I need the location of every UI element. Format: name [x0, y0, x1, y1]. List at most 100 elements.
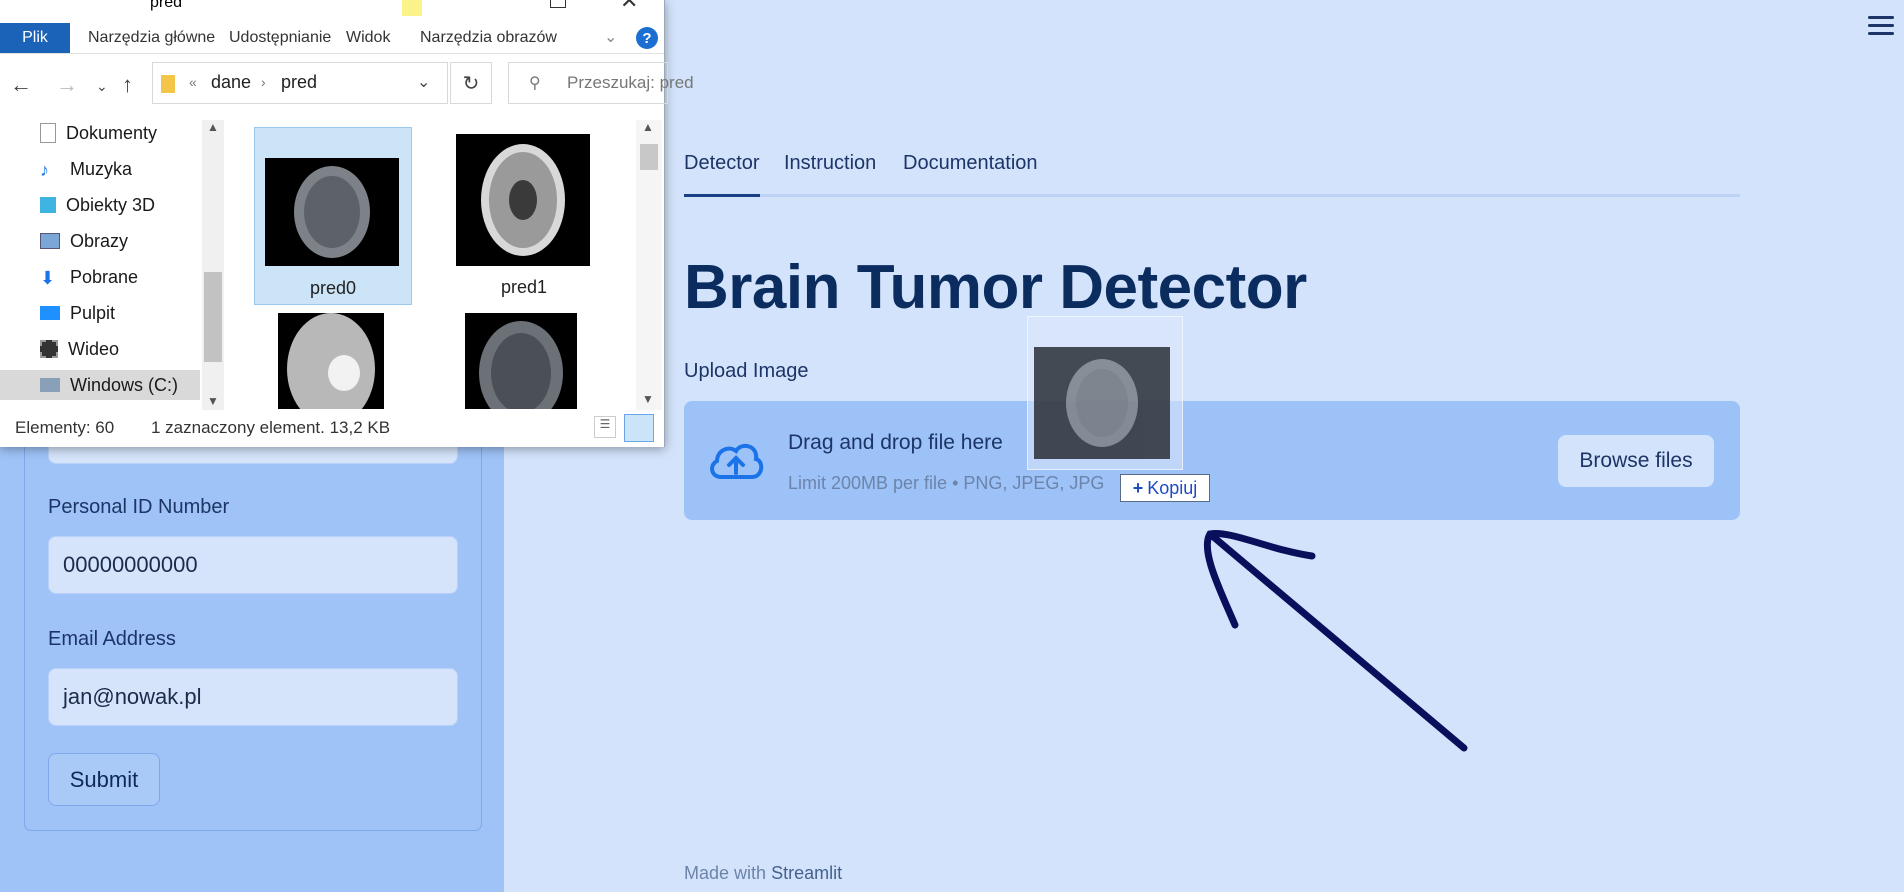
- file-name: pred1: [500, 277, 548, 297]
- brain-scan-thumbnail: [1034, 347, 1170, 459]
- nav-label: Obiekty 3D: [66, 194, 156, 215]
- search-icon: ⚲: [529, 75, 541, 92]
- search-input[interactable]: ⚲ Przeszukaj: pred: [508, 62, 694, 104]
- item-count: Elementy: 60: [15, 418, 115, 437]
- file-pred3[interactable]: [455, 313, 613, 409]
- scroll-down-icon[interactable]: ▼: [207, 394, 219, 408]
- image-tools-marker: [402, 0, 422, 16]
- breadcrumb-pred[interactable]: pred: [281, 72, 317, 93]
- ribbon: Plik Narzędzia główne Udostępnianie Wido…: [0, 23, 664, 54]
- window-title: pred: [150, 0, 183, 11]
- nav-label: Dokumenty: [66, 122, 158, 143]
- nav-scroll-thumb[interactable]: [204, 272, 222, 362]
- submit-button[interactable]: Submit: [48, 753, 160, 806]
- back-icon[interactable]: ←: [10, 72, 32, 98]
- title-bar: pred ✕: [0, 0, 664, 16]
- forward-icon[interactable]: →: [56, 72, 78, 98]
- tab-bar: Detector Instruction Documentation: [684, 148, 1740, 197]
- details-view-icon[interactable]: ☰: [594, 416, 616, 438]
- ribbon-file-tab[interactable]: Plik: [0, 23, 70, 53]
- tab-documentation[interactable]: Documentation: [903, 152, 1038, 175]
- address-dropdown-icon[interactable]: ⌄: [417, 72, 430, 92]
- scroll-up-icon[interactable]: ▲: [207, 120, 219, 134]
- nav-label: Muzyka: [70, 158, 133, 179]
- dropzone-subtitle: Limit 200MB per file • PNG, JPEG, JPG: [788, 473, 1105, 493]
- pred1-thumbnail: [456, 134, 590, 266]
- address-row: ← → ⌄ ↑ « dane › pred ⌄ ↻ ⚲ Przeszukaj: …: [0, 62, 694, 106]
- desktop-icon: [40, 306, 60, 320]
- nav-label: Pobrane: [70, 266, 139, 287]
- folder-icon: [161, 75, 175, 93]
- documents-icon: [40, 123, 56, 143]
- dropzone-title: Drag and drop file here: [788, 431, 1003, 454]
- footer-prefix: Made with: [684, 863, 767, 883]
- email-input[interactable]: jan@nowak.pl: [48, 668, 458, 726]
- file-name: pred0: [309, 278, 357, 298]
- files-scrollbar[interactable]: ▲ ▼: [636, 120, 662, 410]
- upload-label: Upload Image: [684, 360, 809, 382]
- film-icon: [40, 340, 58, 358]
- nav-label: Wideo: [68, 338, 120, 359]
- nav-item-downloads[interactable]: ⬇ Pobrane: [40, 262, 200, 292]
- scroll-down-icon[interactable]: ▼: [642, 392, 654, 406]
- ribbon-share-tab[interactable]: Udostępnianie: [229, 29, 331, 47]
- pictures-icon: [40, 233, 60, 249]
- drive-icon: [40, 378, 60, 392]
- active-tab-indicator: [684, 194, 760, 197]
- ribbon-expand-icon[interactable]: ⌄: [604, 27, 617, 47]
- browse-files-button[interactable]: Browse files: [1558, 435, 1714, 487]
- files-scroll-thumb[interactable]: [640, 144, 658, 170]
- up-icon[interactable]: ↑: [122, 72, 133, 98]
- nav-item-videos[interactable]: Wideo: [40, 334, 200, 364]
- nav-label: Windows (C:): [70, 374, 179, 395]
- footer: Made with Streamlit: [684, 863, 842, 884]
- nav-item-windows-drive[interactable]: Windows (C:): [0, 370, 200, 400]
- nav-label: Obrazy: [70, 230, 129, 251]
- pred2-thumbnail: [278, 313, 384, 409]
- pred3-thumbnail: [465, 313, 577, 409]
- status-bar: Elementy: 60 1 zaznaczony element. 13,2 …: [0, 412, 664, 444]
- cloud-upload-icon: [710, 443, 764, 479]
- nav-item-pictures[interactable]: Obrazy: [40, 226, 200, 256]
- cube-icon: [40, 197, 56, 213]
- plus-icon: +: [1132, 477, 1144, 498]
- nav-item-desktop[interactable]: Pulpit: [40, 298, 200, 328]
- file-pred0[interactable]: pred0: [254, 127, 412, 305]
- menu-icon[interactable]: [1868, 16, 1894, 38]
- file-dropzone[interactable]: Drag and drop file here Limit 200MB per …: [684, 401, 1740, 520]
- download-icon: ⬇: [40, 268, 56, 288]
- music-icon: ♪: [40, 160, 49, 180]
- drag-preview: [1027, 316, 1183, 470]
- tab-detector[interactable]: Detector: [684, 152, 760, 175]
- recent-icon[interactable]: ⌄: [96, 78, 108, 95]
- breadcrumb-separator-icon: ›: [261, 74, 266, 90]
- help-icon[interactable]: ?: [636, 27, 658, 49]
- nav-item-documents[interactable]: Dokumenty: [40, 118, 200, 148]
- search-placeholder: Przeszukaj: pred: [567, 73, 694, 92]
- file-pred1[interactable]: pred1: [445, 127, 603, 305]
- copy-label: Kopiuj: [1147, 477, 1198, 498]
- nav-item-music[interactable]: ♪ Muzyka: [40, 154, 200, 184]
- streamlit-link[interactable]: Streamlit: [771, 863, 842, 883]
- scroll-up-icon[interactable]: ▲: [642, 120, 654, 134]
- ribbon-home-tab[interactable]: Narzędzia główne: [88, 29, 215, 47]
- ribbon-view-tab[interactable]: Widok: [346, 29, 390, 47]
- nav-item-3d-objects[interactable]: Obiekty 3D: [40, 190, 200, 220]
- close-icon[interactable]: ✕: [620, 0, 638, 14]
- file-explorer-window: pred ✕ Plik Narzędzia główne Udostępnian…: [0, 0, 694, 447]
- breadcrumb-dane[interactable]: dane: [211, 72, 251, 93]
- nav-scrollbar[interactable]: ▲ ▼: [202, 120, 224, 410]
- ribbon-image-tools-tab[interactable]: Narzędzia obrazów: [420, 29, 557, 47]
- tab-instruction[interactable]: Instruction: [784, 152, 876, 175]
- large-icons-view-icon[interactable]: [624, 414, 654, 442]
- personal-id-label: Personal ID Number: [48, 496, 230, 518]
- annotation-arrow-icon: [1203, 529, 1468, 752]
- selection-info: 1 zaznaczony element. 13,2 KB: [151, 418, 391, 437]
- overflow-chevron[interactable]: «: [189, 74, 197, 90]
- maximize-icon[interactable]: [550, 0, 566, 8]
- address-bar[interactable]: « dane › pred ⌄: [152, 62, 448, 104]
- personal-id-input[interactable]: 00000000000: [48, 536, 458, 594]
- file-pred2[interactable]: [270, 313, 428, 409]
- refresh-icon[interactable]: ↻: [450, 62, 492, 104]
- nav-label: Pulpit: [70, 302, 116, 323]
